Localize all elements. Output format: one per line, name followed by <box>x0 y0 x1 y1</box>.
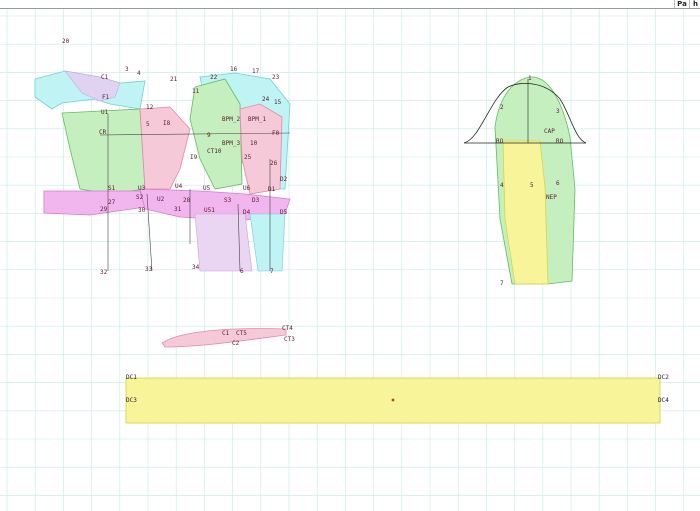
label-c1: C1 <box>101 74 109 81</box>
label-s3: S3 <box>224 197 232 204</box>
sleeve-label-6: 6 <box>556 180 560 187</box>
sleeve-label-nep: NEP <box>546 194 557 201</box>
sleeve-label-7: 7 <box>500 280 504 287</box>
label-4: 4 <box>137 70 141 77</box>
label-12: 12 <box>146 104 154 111</box>
label-17: 17 <box>252 68 260 75</box>
bodice-pieces[interactable] <box>34 70 291 272</box>
sleeve-label-2: 2 <box>500 104 504 111</box>
label-27: 27 <box>108 199 116 206</box>
label-9: 9 <box>207 132 211 139</box>
label-21: 21 <box>170 76 178 83</box>
label-29: 29 <box>100 206 108 213</box>
label-bpm1: BPM_1 <box>248 116 266 123</box>
label-d3: D3 <box>252 197 260 204</box>
toolbar-button-h[interactable]: h <box>689 0 700 8</box>
label-23: 23 <box>272 74 280 81</box>
collar-label-ct5: CT5 <box>236 330 247 337</box>
pattern-piece-back-green[interactable] <box>61 108 146 195</box>
band-label-dc2: DC2 <box>658 374 669 381</box>
collar-label-ct4: CT4 <box>282 325 293 332</box>
label-cr: CR <box>99 129 107 136</box>
label-3: 3 <box>125 66 129 73</box>
label-d4: D4 <box>243 209 251 216</box>
pattern-labels: 20 3 4 C1 F1 U1 12 5 I8 CR 21 11 22 16 1… <box>62 38 669 404</box>
label-u2: U2 <box>157 196 165 203</box>
band-label-dc3: DC3 <box>126 397 137 404</box>
sleeve-label-ro2: RO <box>556 138 564 145</box>
label-6: 6 <box>240 268 244 275</box>
label-f0: F0 <box>272 130 280 137</box>
toolbar-button-pa[interactable]: Pa <box>674 0 689 8</box>
label-s1: S1 <box>108 185 116 192</box>
label-u5: U5 <box>203 185 211 192</box>
label-7: 7 <box>270 268 274 275</box>
collar-label-c2: C2 <box>232 340 240 347</box>
label-s2: S2 <box>136 194 144 201</box>
label-31: 31 <box>174 206 182 213</box>
label-u3: U3 <box>138 185 146 192</box>
collar-label-ct3: CT3 <box>284 336 295 343</box>
band-center-point <box>391 398 395 402</box>
label-30: 30 <box>138 207 146 214</box>
sleeve-label-5: 5 <box>530 182 534 189</box>
label-34: 34 <box>192 264 200 271</box>
label-11: 11 <box>192 88 200 95</box>
label-24: 24 <box>262 96 270 103</box>
label-32: 32 <box>100 269 108 276</box>
label-33: 33 <box>145 266 153 273</box>
pattern-piece-skirt-cyan[interactable] <box>249 213 286 272</box>
pattern-piece-skirt-lavender[interactable] <box>194 213 253 272</box>
label-25: 25 <box>244 154 252 161</box>
label-u51: U51 <box>204 207 215 214</box>
label-28: 28 <box>183 197 191 204</box>
label-u4: U4 <box>175 183 183 190</box>
label-f1: F1 <box>102 94 110 101</box>
label-u1: U1 <box>101 109 109 116</box>
sleeve-label-1: 1 <box>528 75 532 82</box>
band-label-dc4: DC4 <box>658 397 669 404</box>
label-i9: I9 <box>190 154 198 161</box>
sleeve-label-cap: CAP <box>544 128 555 135</box>
label-ct10: CT10 <box>207 148 222 155</box>
label-i8: I8 <box>163 120 171 127</box>
label-16: 16 <box>230 66 238 73</box>
pattern-piece-waistband-magenta[interactable] <box>43 190 146 216</box>
band-label-dc1: DC1 <box>126 374 137 381</box>
label-20: 20 <box>62 38 70 45</box>
label-d2: D2 <box>280 176 288 183</box>
label-22: 22 <box>210 74 218 81</box>
sleeve-label-ro1: RO <box>496 138 504 145</box>
label-10: 10 <box>250 140 258 147</box>
label-bpm2: BPM_2 <box>222 116 240 123</box>
sleeve-label-4: 4 <box>500 182 504 189</box>
pattern-canvas[interactable]: 20 3 4 C1 F1 U1 12 5 I8 CR 21 11 22 16 1… <box>0 9 700 511</box>
collar-label-c1: C1 <box>222 330 230 337</box>
sleeve-piece[interactable] <box>463 76 587 285</box>
label-d5: D5 <box>280 209 288 216</box>
label-26: 26 <box>270 160 278 167</box>
label-u6: U6 <box>243 185 251 192</box>
top-toolbar: Pa h <box>0 0 700 9</box>
label-15: 15 <box>274 99 282 106</box>
label-d1: D1 <box>268 186 276 193</box>
label-bpm3: BPM_3 <box>222 140 240 147</box>
sleeve-label-3: 3 <box>556 108 560 115</box>
label-5: 5 <box>146 121 150 128</box>
